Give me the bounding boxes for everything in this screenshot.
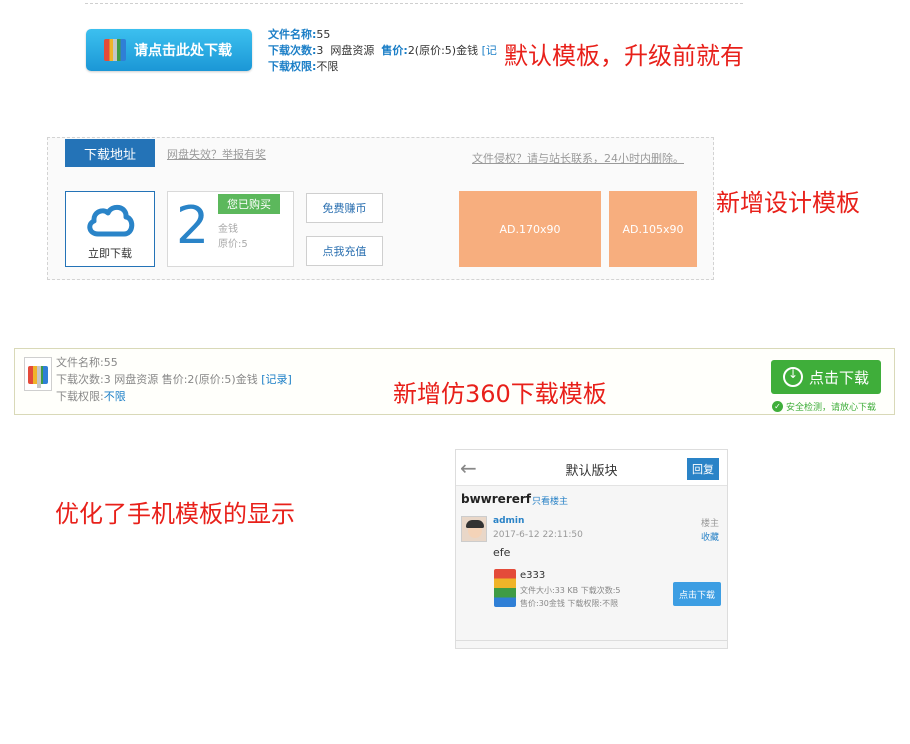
reply-button[interactable]: 回复 bbox=[687, 458, 719, 480]
attachment-meta-price: 售价:30金钱 下载权限:不限 bbox=[520, 599, 619, 608]
currency-label: 金钱 bbox=[218, 224, 238, 235]
mobile-header: ← 默认版块 回复 bbox=[456, 450, 727, 486]
file-name-value: 55 bbox=[316, 28, 331, 41]
file-icon bbox=[24, 357, 52, 391]
default-file-info: 文件名称:55 下载次数:3 网盘资源 售价:2(原价:5)金钱 [记 下载权限… bbox=[268, 27, 497, 75]
archive-icon bbox=[28, 366, 48, 388]
safety-notice: ✓ 安全检测，请放心下载 bbox=[772, 400, 876, 413]
avatar-hair bbox=[466, 520, 484, 528]
cloud-icon bbox=[87, 204, 135, 237]
note-default-template: 默认模板，升级前就有 bbox=[504, 42, 744, 70]
post-date: 2017-6-12 22:11:50 bbox=[493, 530, 583, 540]
mobile-download-button[interactable]: 点击下载 bbox=[673, 582, 721, 606]
source-label: 网盘资源 bbox=[330, 44, 375, 57]
bought-badge: 您已购买 bbox=[218, 194, 280, 214]
download-360-label: 点击下载 bbox=[808, 368, 869, 387]
favorite-link[interactable]: 收藏 bbox=[701, 530, 719, 543]
thread-title: bwwrererf bbox=[461, 492, 532, 506]
default-download-label: 请点击此处下载 bbox=[134, 43, 232, 59]
earn-coins-button[interactable]: 免费赚币 bbox=[306, 193, 383, 223]
archive-icon bbox=[104, 39, 126, 61]
file-name-label: 文件名称: bbox=[268, 28, 317, 41]
recharge-button[interactable]: 点我充值 bbox=[306, 236, 383, 266]
safety-text: 安全检测，请放心下载 bbox=[786, 403, 877, 413]
permission-value: 不限 bbox=[316, 60, 339, 73]
post-body: efe bbox=[493, 546, 511, 559]
note-mobile-template: 优化了手机模板的显示 bbox=[55, 500, 295, 528]
copyright-link[interactable]: 文件侵权？请与站长联系，24小时内删除。 bbox=[472, 150, 684, 166]
tab-download-address[interactable]: 下载地址 bbox=[65, 139, 155, 167]
download-icon bbox=[782, 367, 803, 387]
only-author-link[interactable]: 只看楼主 bbox=[532, 494, 568, 507]
ad-slot-large[interactable]: AD.170x90 bbox=[459, 191, 601, 267]
cloud-download-button[interactable]: 立即下载 bbox=[65, 191, 155, 267]
attachment-name: e333 bbox=[520, 570, 546, 581]
downloads-value: 3 bbox=[316, 44, 324, 57]
ad-slot-small[interactable]: AD.105x90 bbox=[609, 191, 697, 267]
note-design-template: 新增设计模板 bbox=[716, 189, 860, 217]
file-info-360: 文件名称:55 下载次数:3 网盘资源 售价:2(原价:5)金钱 [记录] 下载… bbox=[56, 354, 292, 405]
avatar[interactable] bbox=[461, 516, 487, 542]
mobile-preview: ← 默认版块 回复 bwwrererf 只看楼主 admin 2017-6-12… bbox=[455, 449, 728, 649]
record-link[interactable]: [记录] bbox=[261, 373, 292, 386]
archive-icon bbox=[494, 569, 516, 607]
price-panel: 2 您已购买 金钱 原价:5 bbox=[167, 191, 294, 267]
top-divider bbox=[85, 3, 743, 4]
floor-label: 楼主 bbox=[700, 519, 719, 529]
post-username[interactable]: admin bbox=[493, 516, 524, 526]
check-icon: ✓ bbox=[772, 401, 783, 412]
permission-label: 下载权限: bbox=[268, 60, 317, 73]
permission-label: 下载权限: bbox=[56, 390, 104, 403]
price-value: 2(原价:5)金钱 bbox=[407, 44, 479, 57]
original-price: 原价:5 bbox=[218, 239, 248, 250]
report-link[interactable]: 网盘失效？举报有奖 bbox=[167, 146, 266, 162]
download-360-button[interactable]: 点击下载 bbox=[771, 360, 881, 394]
downloads-label: 下载次数: bbox=[268, 44, 317, 57]
price-detail: 金钱 原价:5 bbox=[218, 222, 248, 252]
downloads-line: 下载次数:3 网盘资源 售价:2(原价:5)金钱 bbox=[56, 373, 258, 386]
mobile-divider bbox=[456, 640, 727, 641]
cloud-download-label: 立即下载 bbox=[88, 247, 132, 260]
price-number: 2 bbox=[176, 196, 210, 256]
default-download-button[interactable]: 请点击此处下载 bbox=[86, 29, 252, 71]
permission-value: 不限 bbox=[103, 390, 126, 403]
attachment-meta-size: 文件大小:33 KB 下载次数:5 bbox=[520, 586, 621, 595]
file-name-line: 文件名称:55 bbox=[56, 356, 118, 369]
note-360-template: 新增仿360下载模板 bbox=[393, 380, 607, 408]
price-label: 售价: bbox=[381, 44, 408, 57]
record-link[interactable]: [记 bbox=[482, 44, 497, 57]
